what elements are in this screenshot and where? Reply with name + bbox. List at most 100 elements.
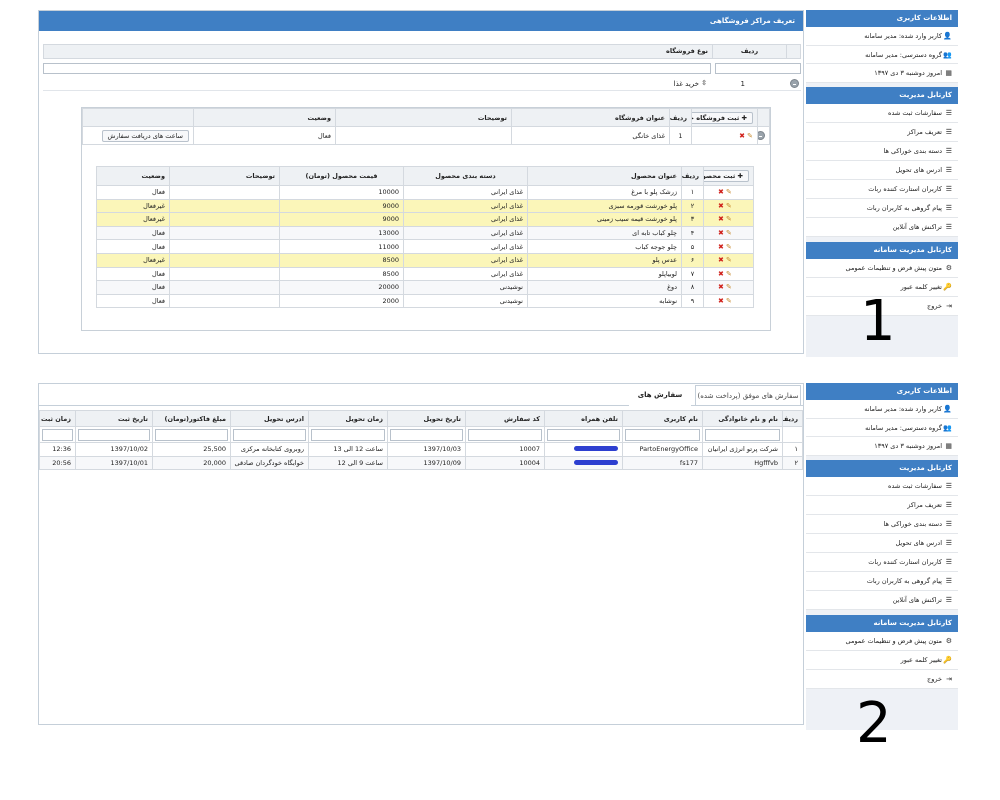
list-icon: ☰ bbox=[945, 108, 952, 117]
product-col-num: ردیف bbox=[681, 166, 704, 186]
edit-icon[interactable]: ✎ bbox=[726, 229, 732, 237]
list-icon: ☰ bbox=[945, 557, 952, 566]
new-product-button[interactable]: ✚ ثبت محصول جدید bbox=[704, 170, 749, 182]
product-row: ✎ ✖ ۸ دوغ نوشیدنی 20000 فعال bbox=[96, 280, 754, 295]
order-hours-button[interactable]: ساعت های دریافت سفارش bbox=[101, 129, 189, 142]
product-cat: غذای ایرانی bbox=[403, 198, 528, 214]
edit-icon[interactable]: ✎ bbox=[726, 215, 732, 223]
edit-icon[interactable]: ✎ bbox=[726, 256, 732, 264]
sidebar-item-sys[interactable]: ⚙متون پیش فرض و تنظیمات عمومی bbox=[806, 258, 958, 278]
sidebar-item-mgmt[interactable]: ☰سفارشات ثبت شده bbox=[806, 103, 958, 123]
delete-icon[interactable]: ✖ bbox=[718, 297, 724, 305]
orders-col-header: نام کاربری bbox=[622, 410, 703, 427]
new-store-button[interactable]: ✚ ثبت فروشگاه جدید bbox=[692, 111, 753, 124]
collapse-icon[interactable] bbox=[758, 131, 765, 140]
calendar-icon: ▦ bbox=[945, 442, 952, 450]
sidebar-item-sys[interactable]: 🔑تغییر کلمه عبور bbox=[806, 650, 958, 670]
delete-icon[interactable]: ✖ bbox=[718, 215, 724, 223]
tab-successful-orders[interactable]: سفارش های موفق (پرداخت شده) bbox=[695, 385, 801, 405]
delete-icon[interactable]: ✖ bbox=[718, 243, 724, 251]
orders-col-header: تاریخ تحویل bbox=[387, 410, 466, 427]
orders-col-header: تلفن همراه bbox=[544, 410, 623, 427]
product-name: نوشابه bbox=[527, 293, 682, 309]
product-cat: غذای ایرانی bbox=[403, 225, 528, 241]
edit-icon[interactable]: ✎ bbox=[726, 283, 732, 291]
product-price: 11000 bbox=[279, 239, 404, 254]
sidebar-item-mgmt[interactable]: ☰ادرس های تحویل bbox=[806, 533, 958, 553]
filter-input[interactable] bbox=[547, 428, 620, 441]
sidebar-item-mgmt[interactable]: ☰کاربران استارت کننده ربات bbox=[806, 179, 958, 199]
sidebar-item-mgmt[interactable]: ☰تعریف مراکز bbox=[806, 495, 958, 515]
list-icon: ☰ bbox=[945, 146, 952, 155]
orders-col-header: زمان تحویل bbox=[308, 410, 388, 427]
list-icon: ☰ bbox=[945, 481, 952, 490]
order-rtime: 20:56 bbox=[39, 455, 76, 471]
delete-icon[interactable]: ✖ bbox=[718, 283, 724, 291]
edit-icon[interactable]: ✎ bbox=[726, 297, 732, 305]
filter-input[interactable] bbox=[311, 428, 385, 441]
type-row-num: 1 bbox=[740, 80, 745, 88]
sidebar-item-mgmt[interactable]: ☰تراکنش های آنلاین bbox=[806, 590, 958, 610]
delete-icon[interactable]: ✖ bbox=[718, 256, 724, 264]
sidebar-item-mgmt[interactable]: ☰سفارشات ثبت شده bbox=[806, 476, 958, 496]
list-icon: ☰ bbox=[945, 165, 952, 174]
filter-input[interactable] bbox=[78, 428, 150, 441]
edit-icon[interactable]: ✎ bbox=[726, 270, 732, 278]
collapse-icon[interactable] bbox=[790, 79, 799, 88]
product-num: ۲ bbox=[681, 198, 704, 214]
sidebar-item-sys[interactable]: ⇥خروج bbox=[806, 669, 958, 689]
order-code: 10007 bbox=[465, 442, 545, 457]
type-row-name: خرید غذا bbox=[673, 80, 699, 88]
filter-input[interactable] bbox=[625, 428, 700, 441]
sidebar-item-mgmt[interactable]: ☰تعریف مراکز bbox=[806, 122, 958, 142]
product-num: ۵ bbox=[681, 239, 704, 254]
delete-icon[interactable]: ✖ bbox=[739, 132, 745, 140]
edit-icon[interactable]: ✎ bbox=[726, 188, 732, 196]
order-dtime: ساعت 9 الی 12 bbox=[308, 455, 388, 471]
product-row: ✎ ✖ ۳ پلو خورشت قیمه سیب زمینی غذای ایرانی 9… bbox=[96, 212, 754, 227]
filter-input[interactable] bbox=[43, 63, 711, 74]
product-price: 20000 bbox=[279, 280, 404, 295]
delete-icon[interactable]: ✖ bbox=[718, 229, 724, 237]
filter-input[interactable] bbox=[42, 428, 73, 441]
type-row[interactable]: 1 ⇳ خرید غذا bbox=[43, 77, 801, 91]
edit-icon[interactable]: ✎ bbox=[726, 243, 732, 251]
edit-icon[interactable]: ✎ bbox=[747, 132, 753, 140]
sidebar-item-sys[interactable]: ⚙متون پیش فرض و تنظیمات عمومی bbox=[806, 631, 958, 651]
filter-input[interactable] bbox=[468, 428, 542, 441]
sidebar-item-mgmt[interactable]: ☰ادرس های تحویل bbox=[806, 160, 958, 180]
order-code: 10004 bbox=[465, 455, 545, 471]
product-num: ۳ bbox=[681, 212, 704, 227]
order-addr: خوابگاه خودگردان صادقی bbox=[230, 455, 309, 471]
product-col-cat: دسته بندی محصول bbox=[403, 166, 528, 186]
filter-input[interactable] bbox=[705, 428, 780, 441]
user-login: 👤کاربر وارد شده: مدیر سامانه bbox=[806, 400, 958, 419]
delete-icon[interactable]: ✖ bbox=[718, 202, 724, 210]
product-name: چلو جوجه کباب bbox=[527, 239, 682, 254]
order-amount: 20,000 bbox=[152, 455, 231, 471]
delete-icon[interactable]: ✖ bbox=[718, 188, 724, 196]
product-row: ✎ ✖ ۴ چلو کباب تابه ای غذای ایرانی 13000 فعال bbox=[96, 225, 754, 241]
filter-input[interactable] bbox=[390, 428, 463, 441]
sidebar-item-mgmt[interactable]: ☰تراکنش های آنلاین bbox=[806, 217, 958, 237]
filter-input-row[interactable] bbox=[715, 63, 801, 74]
sidebar-item-mgmt[interactable]: ☰دسته بندی خوراکی ها bbox=[806, 141, 958, 161]
tab-failed-orders[interactable]: سفارش های ناموفق bbox=[629, 385, 691, 419]
group-icon: 👥 bbox=[943, 423, 952, 432]
sidebar-item-mgmt[interactable]: ☰پیام گروهی به کاربران ربات bbox=[806, 571, 958, 591]
sidebar-item-mgmt[interactable]: ☰پیام گروهی به کاربران ربات bbox=[806, 198, 958, 218]
sidebar-item-mgmt[interactable]: ☰کاربران استارت کننده ربات bbox=[806, 552, 958, 572]
product-row: ✎ ✖ ۶ عدس پلو غذای ایرانی 8500 غیرفعال bbox=[96, 252, 754, 268]
product-cat: غذای ایرانی bbox=[403, 212, 528, 227]
store-col-desc: توضیحات bbox=[335, 108, 512, 127]
filter-input[interactable] bbox=[155, 428, 228, 441]
product-name: لوبیاپلو bbox=[527, 266, 682, 282]
delete-icon[interactable]: ✖ bbox=[718, 270, 724, 278]
edit-icon[interactable]: ✎ bbox=[726, 202, 732, 210]
product-desc bbox=[169, 293, 280, 309]
product-name: زرشک پلو با مرغ bbox=[527, 185, 682, 200]
sidebar-item-mgmt[interactable]: ☰دسته بندی خوراکی ها bbox=[806, 514, 958, 534]
product-status: فعال bbox=[96, 239, 170, 254]
store-row-num: 1 bbox=[669, 126, 692, 145]
filter-input[interactable] bbox=[233, 428, 306, 441]
